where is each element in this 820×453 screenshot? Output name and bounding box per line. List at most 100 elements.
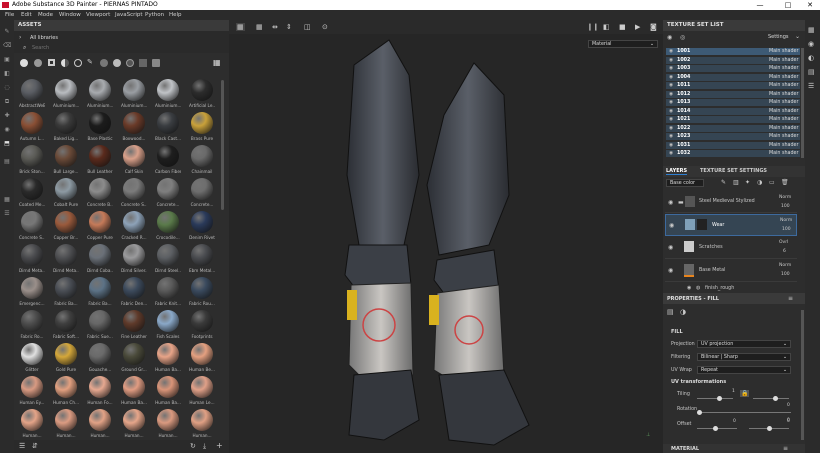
menu-dropdown-icon[interactable]: ⌄	[795, 33, 800, 40]
asset-tile[interactable]: Autumn L...	[19, 111, 45, 147]
clone-icon[interactable]: ⧉	[3, 98, 11, 105]
asset-tile[interactable]: Ground Gr...	[121, 342, 147, 378]
tiling-slider-u[interactable]	[697, 398, 733, 399]
sort-icon[interactable]: ⇵	[32, 442, 38, 450]
asset-tile[interactable]: Crocodile...	[155, 210, 181, 246]
texture-set-row[interactable]: ◉ 1003 Main shader	[666, 65, 800, 73]
menu-mode[interactable]: Mode	[38, 10, 53, 20]
add-icon[interactable]: +	[216, 441, 223, 450]
asset-tile[interactable]: Fabric Sue...	[87, 309, 113, 345]
minimize-button[interactable]: —	[750, 0, 770, 10]
asset-tile[interactable]: Glitter	[19, 342, 45, 378]
refresh-icon[interactable]: ↻	[190, 442, 196, 450]
uvwrap-dropdown[interactable]: Repeat ⌄	[697, 366, 791, 374]
rotation-slider-handle[interactable]	[697, 410, 702, 415]
filters-filter-icon[interactable]	[126, 59, 134, 67]
asset-tile[interactable]: Human Fo...	[87, 375, 113, 411]
texture-set-row[interactable]: ◉ 1022 Main shader	[666, 124, 800, 133]
texture-set-shader[interactable]: Main shader	[769, 133, 798, 141]
menu-viewport[interactable]: Viewport	[86, 10, 110, 20]
asset-tile[interactable]: Denim Rivet	[189, 210, 215, 246]
eye-icon[interactable]: ◉	[669, 48, 673, 56]
asset-tile[interactable]: Human...	[189, 408, 215, 438]
asset-tile[interactable]: Fabric Knit...	[155, 276, 181, 312]
history-icon[interactable]: ▤	[808, 68, 815, 76]
screenshot-icon[interactable]: ◙	[650, 23, 657, 31]
texture-set-row[interactable]: ◉ 1002 Main shader	[666, 56, 800, 65]
pause-icon[interactable]: ❙❙	[587, 23, 599, 31]
menu-javascript[interactable]: JavaScript	[115, 10, 143, 20]
asset-tile[interactable]: Brass Pure	[189, 111, 215, 147]
camera-settings-icon[interactable]: ⊙	[322, 23, 328, 31]
texture-set-shader[interactable]: Main shader	[769, 108, 798, 116]
asset-tile[interactable]: Concrete S...	[121, 177, 147, 213]
asset-tile[interactable]: Dirnd Coba...	[87, 243, 113, 279]
texture-set-shader[interactable]: Main shader	[769, 116, 798, 124]
tiling-value[interactable]: 1	[732, 389, 735, 394]
assets-search-input[interactable]	[32, 44, 212, 52]
texture-set-shader[interactable]: Main shader	[769, 99, 798, 107]
opacity-value[interactable]: 100	[782, 227, 791, 232]
asset-tile[interactable]: Human...	[121, 408, 147, 438]
asset-tile[interactable]: Gold Pure	[53, 342, 79, 378]
asset-tile[interactable]: Concrete S...	[19, 210, 45, 246]
picker-icon[interactable]: ✚	[3, 112, 11, 119]
projection-icon[interactable]: ▣	[3, 56, 11, 63]
texture-set-icon[interactable]: ▦	[808, 26, 815, 34]
layer-steel-medieval[interactable]: ◉ ▬ Steel Medieval Stylized Norm 100	[665, 192, 797, 213]
align-icon[interactable]: ⇕	[286, 23, 292, 31]
eye-icon[interactable]: ◉	[669, 108, 673, 116]
grid-3d-icon[interactable]: ▦	[256, 23, 263, 31]
projection-dropdown[interactable]: UV projection ⌄	[697, 340, 791, 348]
asset-tile[interactable]: Human Ey...	[19, 375, 45, 411]
eraser-icon[interactable]: ⌫	[3, 42, 11, 49]
paint-brush-icon[interactable]: ✎	[3, 28, 11, 35]
asset-tile[interactable]: Dirnd Meta...	[19, 243, 45, 279]
offset-slider-handle-u[interactable]	[713, 426, 718, 431]
texture-set-shader[interactable]: Main shader	[769, 91, 798, 99]
asset-tile[interactable]: Concrete B...	[87, 177, 113, 213]
brush-filter-icon[interactable]: ✎	[87, 58, 93, 66]
uv-transformations-header[interactable]: UV transformations	[671, 379, 726, 385]
texture-set-settings-button[interactable]: Settings	[768, 34, 789, 40]
display-settings-icon[interactable]: ◉	[808, 40, 814, 48]
eye-icon[interactable]: ◉	[669, 125, 673, 133]
eye-icon[interactable]: ◉	[669, 65, 673, 73]
eye-icon[interactable]: ◉	[669, 57, 673, 65]
asset-tile[interactable]: Aluminium...	[121, 78, 147, 114]
materials-filter-icon[interactable]	[20, 59, 28, 67]
eye-icon[interactable]: ◉	[669, 133, 673, 141]
asset-tile[interactable]: Human Le...	[189, 375, 215, 411]
offset-slider-handle-v[interactable]	[767, 426, 772, 431]
eye-icon[interactable]: ◉	[667, 34, 672, 41]
asset-tile[interactable]: Human Be...	[189, 342, 215, 378]
eye-icon[interactable]: ◉	[669, 74, 673, 82]
menu-help[interactable]: Help	[169, 10, 182, 20]
rotation-slider[interactable]	[697, 412, 791, 413]
grid-2d-icon[interactable]: ▦	[236, 23, 245, 31]
layers-icon[interactable]: ☰	[3, 210, 11, 217]
viewport-mode-dropdown[interactable]: Material ⌄	[588, 40, 658, 48]
asset-tile[interactable]: Concrete...	[189, 177, 215, 213]
textures-filter-icon[interactable]	[61, 59, 69, 67]
asset-tile[interactable]: Copper Pure	[87, 210, 113, 246]
asset-tile[interactable]: Cracked R...	[121, 210, 147, 246]
properties-scrollbar[interactable]	[801, 310, 804, 440]
asset-tile[interactable]: Fine Leather	[121, 309, 147, 345]
menu-window[interactable]: Window	[59, 10, 81, 20]
texture-set-row[interactable]: ◉ 1013 Main shader	[666, 99, 800, 107]
tiling-slider-handle[interactable]	[717, 396, 722, 401]
asset-tile[interactable]: Black Cast...	[155, 111, 181, 147]
texture-set-row[interactable]: ◉ 1011 Main shader	[666, 82, 800, 90]
offset-value-u[interactable]: 0	[733, 419, 736, 424]
paint-layer-icon[interactable]: ✎	[721, 179, 726, 186]
fill-layer-icon[interactable]: ▥	[733, 179, 739, 186]
asset-tile[interactable]: Human Ba...	[155, 342, 181, 378]
filtering-dropdown[interactable]: Bilinear | Sharp ⌄	[697, 353, 791, 361]
menu-file[interactable]: File	[5, 10, 14, 20]
folder-icon[interactable]: ▭	[769, 179, 775, 186]
eye-icon[interactable]: ◉	[669, 82, 673, 90]
asset-tile[interactable]: Aluminium...	[87, 78, 113, 114]
texture-set-scrollbar[interactable]	[801, 48, 804, 158]
texture-set-row[interactable]: ◉ 1004 Main shader	[666, 73, 800, 82]
